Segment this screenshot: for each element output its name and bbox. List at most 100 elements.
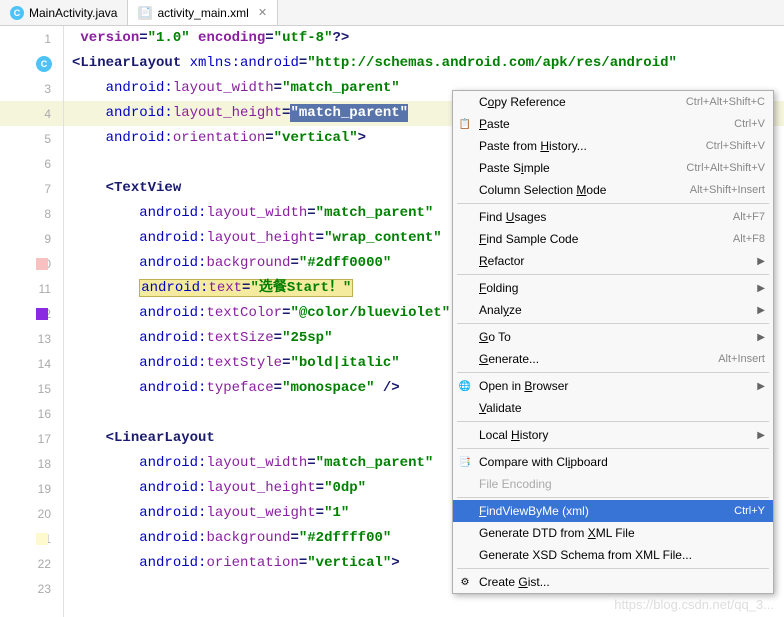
chevron-right-icon: ▶ [757,305,765,316]
menu-item-generate[interactable]: Generate... Alt+Insert [453,348,773,370]
line-number: 22 [38,557,51,571]
menu-separator [457,448,769,449]
menu-shortcut: Ctrl+Alt+Shift+V [686,162,765,174]
menu-separator [457,203,769,204]
line-number: 6 [44,157,51,171]
watermark-text: https://blog.csdn.net/qq_3... [614,597,774,612]
menu-shortcut: Ctrl+V [734,118,765,130]
menu-item-open-in-browser[interactable]: 🌐 Open in Browser▶ [453,375,773,397]
menu-item-refactor[interactable]: Refactor▶ [453,250,773,272]
line-number: 4 [44,107,51,121]
menu-shortcut: Alt+Insert [718,353,765,365]
menu-label: Paste [479,117,722,131]
menu-separator [457,323,769,324]
tab-activitymain[interactable]: 📄 activity_main.xml ✕ [128,0,278,25]
close-icon[interactable]: ✕ [258,6,267,19]
menu-shortcut: Alt+F7 [733,211,765,223]
code-line[interactable]: version="1.0" encoding="utf-8"?> [64,26,784,51]
menu-label: Generate... [479,352,706,366]
menu-label: Find Usages [479,210,721,224]
chevron-right-icon: ▶ [757,430,765,441]
color-swatch-icon [36,258,48,270]
line-number: 1 [44,32,51,46]
chevron-right-icon: ▶ [757,332,765,343]
line-number: 3 [44,82,51,96]
line-number: 13 [38,332,51,346]
menu-label: Analyze [479,303,757,317]
menu-item-generate-dtd-from-xml-file[interactable]: Generate DTD from XML File [453,522,773,544]
chevron-right-icon: ▶ [757,381,765,392]
menu-item-validate[interactable]: Validate [453,397,773,419]
line-number: 15 [38,382,51,396]
line-number: 14 [38,357,51,371]
line-number: 17 [38,432,51,446]
menu-item-paste-simple[interactable]: Paste Simple Ctrl+Alt+Shift+V [453,157,773,179]
color-swatch-icon [36,533,48,545]
menu-item-findviewbyme-xml[interactable]: FindViewByMe (xml) Ctrl+Y [453,500,773,522]
menu-item-go-to[interactable]: Go To▶ [453,326,773,348]
menu-separator [457,497,769,498]
line-number: 5 [44,132,51,146]
menu-label: FindViewByMe (xml) [479,504,722,518]
menu-label: Local History [479,428,757,442]
menu-separator [457,274,769,275]
menu-label: Refactor [479,254,757,268]
menu-item-paste[interactable]: 📋 Paste Ctrl+V [453,113,773,135]
line-number: 11 [39,282,51,296]
menu-label: File Encoding [479,477,765,491]
menu-label: Folding [479,281,757,295]
menu-shortcut: Ctrl+Alt+Shift+C [686,96,765,108]
compare-icon: 📑 [458,455,472,469]
clipboard-icon: 📋 [458,117,472,131]
menu-shortcut: Ctrl+Shift+V [706,140,765,152]
editor-tabs: C MainActivity.java 📄 activity_main.xml … [0,0,784,26]
globe-icon: 🌐 [458,379,472,393]
menu-label: Open in Browser [479,379,757,393]
chevron-right-icon: ▶ [757,256,765,267]
line-number: 7 [44,182,51,196]
menu-shortcut: Ctrl+Y [734,505,765,517]
menu-item-file-encoding: File Encoding [453,473,773,495]
menu-item-column-selection-mode[interactable]: Column Selection Mode Alt+Shift+Insert [453,179,773,201]
menu-separator [457,568,769,569]
tab-label: MainActivity.java [29,6,117,20]
context-menu: Copy Reference Ctrl+Alt+Shift+C 📋 Paste Ctrl… [452,90,774,594]
menu-separator [457,372,769,373]
line-number: 16 [38,407,51,421]
menu-item-local-history[interactable]: Local History▶ [453,424,773,446]
menu-shortcut: Alt+Shift+Insert [690,184,765,196]
menu-shortcut: Alt+F8 [733,233,765,245]
menu-item-compare-with-clipboard[interactable]: 📑 Compare with Clipboard [453,451,773,473]
code-line[interactable]: <LinearLayout xmlns:android="http://sche… [64,51,784,76]
menu-label: Copy Reference [479,95,674,109]
tab-label: activity_main.xml [157,6,248,20]
xml-file-icon: 📄 [138,6,152,20]
menu-label: Generate XSD Schema from XML File... [479,548,765,562]
tab-mainactivity[interactable]: C MainActivity.java [0,0,128,25]
menu-separator [457,421,769,422]
menu-label: Column Selection Mode [479,183,678,197]
menu-item-generate-xsd-schema-from-xml-file[interactable]: Generate XSD Schema from XML File... [453,544,773,566]
menu-label: Paste Simple [479,161,674,175]
menu-item-folding[interactable]: Folding▶ [453,277,773,299]
line-number: 9 [44,232,51,246]
menu-label: Find Sample Code [479,232,721,246]
menu-label: Go To [479,330,757,344]
color-swatch-icon [36,308,48,320]
gist-icon: ⚙ [458,575,472,589]
menu-item-paste-from-history[interactable]: Paste from History... Ctrl+Shift+V [453,135,773,157]
menu-label: Compare with Clipboard [479,455,765,469]
menu-item-create-gist[interactable]: ⚙ Create Gist... [453,571,773,593]
line-number: 18 [38,457,51,471]
line-gutter: 1 2C 3 4 5 6 7 8 9 10 11 12 13 14 15 16 … [0,26,64,617]
menu-item-find-usages[interactable]: Find Usages Alt+F7 [453,206,773,228]
menu-item-find-sample-code[interactable]: Find Sample Code Alt+F8 [453,228,773,250]
menu-item-copy-reference[interactable]: Copy Reference Ctrl+Alt+Shift+C [453,91,773,113]
menu-label: Create Gist... [479,575,765,589]
menu-label: Validate [479,401,765,415]
java-class-icon: C [10,6,24,20]
menu-item-analyze[interactable]: Analyze▶ [453,299,773,321]
class-marker-icon: C [36,56,52,72]
menu-label: Paste from History... [479,139,694,153]
line-number: 8 [44,207,51,221]
